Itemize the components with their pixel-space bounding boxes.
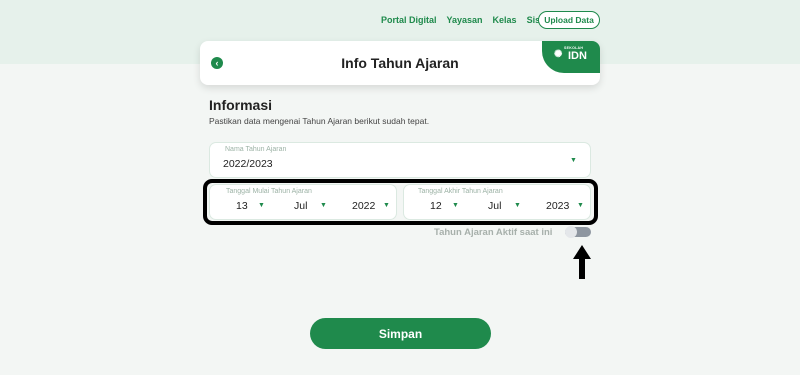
chevron-down-icon: ▼ <box>570 157 577 164</box>
section-subtitle: Pastikan data mengenai Tahun Ajaran beri… <box>209 116 430 126</box>
nav-kelas[interactable]: Kelas <box>493 15 517 25</box>
tahun-ajaran-aktif-label: Tahun Ajaran Aktif saat ini <box>434 227 553 238</box>
top-navigation: Portal Digital Yayasan Kelas Siswa <box>381 10 552 30</box>
sun-icon: ✺ <box>554 49 563 60</box>
toggle-knob <box>565 226 577 238</box>
arrow-up-icon <box>573 245 591 279</box>
upload-data-button[interactable]: Upload Data <box>538 11 600 29</box>
brand-name: IDN <box>568 50 587 62</box>
nav-portal-digital[interactable]: Portal Digital <box>381 15 437 25</box>
nav-yayasan[interactable]: Yayasan <box>447 15 483 25</box>
page-title: Info Tahun Ajaran <box>341 55 459 71</box>
nama-tahun-ajaran-value: 2022/2023 <box>223 158 273 170</box>
save-button[interactable]: Simpan <box>310 318 491 349</box>
highlight-frame <box>203 179 598 225</box>
header-card: ‹ Info Tahun Ajaran ✺ SEKOLAH IDN <box>200 41 600 85</box>
nama-tahun-ajaran-select[interactable]: Nama Tahun Ajaran 2022/2023 ▼ <box>209 142 591 178</box>
section-title: Informasi <box>209 97 273 113</box>
brand-logo: ✺ SEKOLAH IDN <box>542 41 600 73</box>
nama-tahun-ajaran-label: Nama Tahun Ajaran <box>225 146 287 153</box>
tahun-ajaran-aktif-toggle[interactable] <box>565 226 591 238</box>
